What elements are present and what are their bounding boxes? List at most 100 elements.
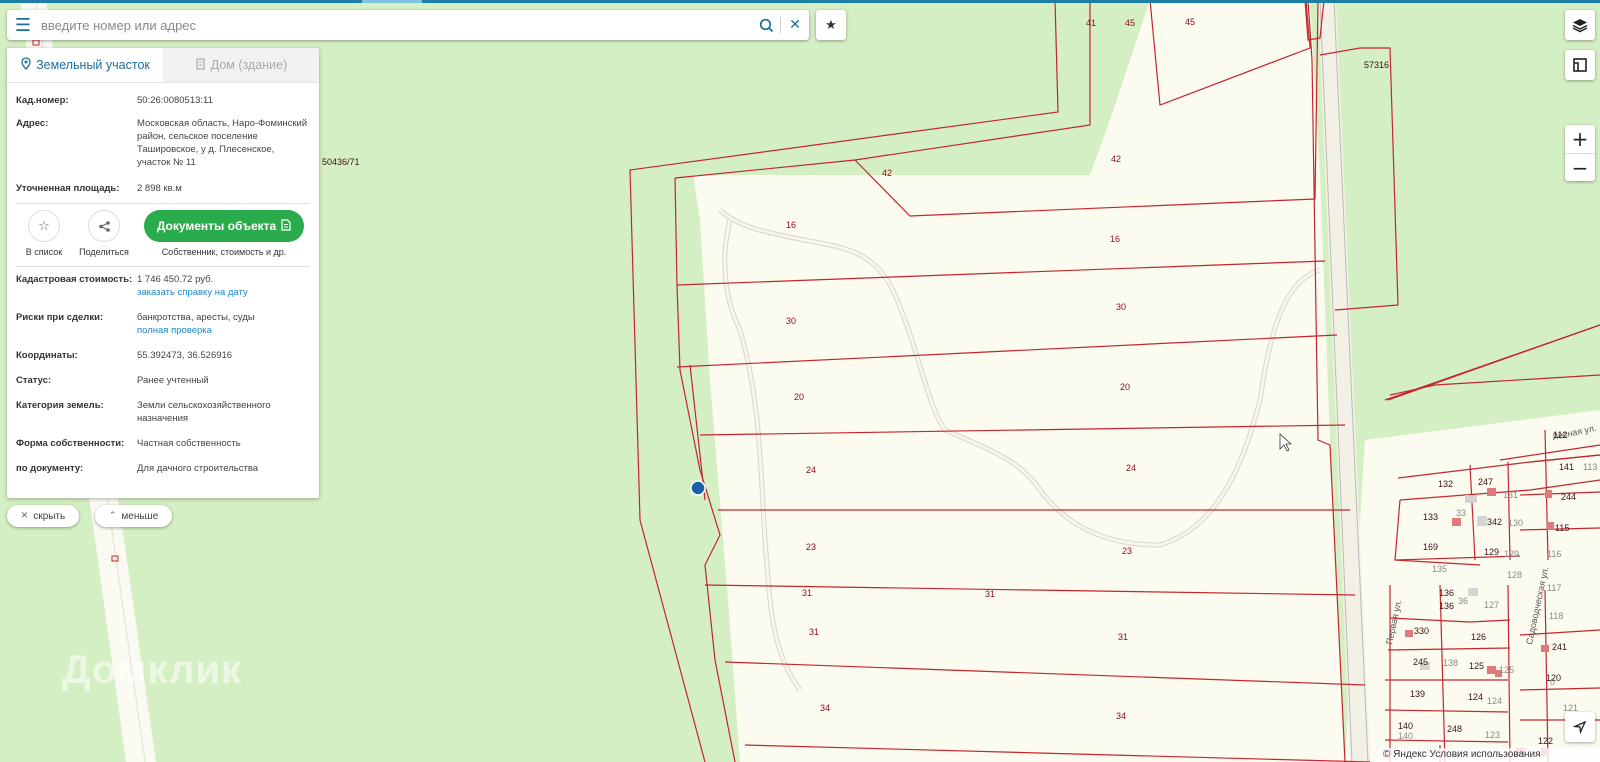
action-bar: ☆ В список Поделиться Документы объекта … [7,204,319,266]
row-cadastral-number: Кад.номер: 50:26:0080513:11 [16,83,310,112]
menu-icon[interactable]: ☰ [7,10,39,40]
svg-text:36: 36 [1458,596,1468,606]
address-label: Адрес: [16,118,49,129]
svg-text:118: 118 [1549,611,1563,621]
svg-text:117: 117 [1547,583,1561,593]
cadastral-number-link[interactable]: 50:26:0080513:11 [137,94,310,107]
svg-text:31: 31 [809,627,819,637]
info-rows: Кад.номер: 50:26:0080513:11 Адрес: Моско… [7,83,319,200]
svg-text:23: 23 [1122,546,1132,556]
location-pin-icon [20,57,32,73]
svg-text:245: 245 [1413,657,1428,667]
svg-text:50436/71: 50436/71 [322,157,360,167]
svg-text:115: 115 [1555,523,1569,533]
detail-rows: Кадастровая стоимость: 1 746 450.72 руб.… [7,267,319,480]
cadastral-number-label: Кад.номер: [16,95,69,106]
close-icon[interactable]: ✕ [781,10,809,40]
favorites-star-icon[interactable]: ★ [816,10,846,40]
search-bar: ☰ ✕ [7,10,809,40]
full-check-link[interactable]: полная проверка [137,324,310,337]
order-certificate-link[interactable]: заказать справку на дату [137,286,310,299]
svg-text:45: 45 [1125,18,1135,28]
address-value: Московская область, Наро-Фоминский район… [137,118,308,168]
object-documents-button[interactable]: Документы объекта [144,210,304,242]
svg-text:41: 41 [1086,18,1096,28]
object-documents-label: Документы объекта [156,219,277,233]
cadastral-cost-value: 1 746 450.72 руб. [137,274,214,285]
row-risks: Риски при сделки: банкротства, аресты, с… [16,304,310,342]
row-area: Уточненная площадь: 2 898 кв.м [16,174,310,200]
svg-text:129: 129 [1504,549,1519,559]
svg-text:42: 42 [882,168,892,178]
status-value: Ранее учтенный [137,375,209,386]
risks-value: банкротства, аресты, суды [137,312,255,323]
tab-house[interactable]: Дом (здание) [163,48,319,82]
svg-text:330: 330 [1414,626,1429,636]
svg-text:133: 133 [1423,512,1438,522]
top-progress-bar [0,0,1600,3]
svg-text:248: 248 [1447,724,1462,734]
area-label: Уточненная площадь: [16,183,120,194]
svg-text:122: 122 [1538,736,1553,746]
search-icon[interactable] [752,10,780,40]
zoom-control: + − [1565,125,1595,181]
svg-text:57316: 57316 [1364,60,1389,70]
search-input[interactable] [39,11,752,39]
svg-text:123: 123 [1485,730,1500,740]
building-icon [195,57,207,73]
row-status: Статус: Ранее учтенный [16,367,310,392]
svg-text:125: 125 [1499,665,1514,675]
row-ownership: Форма собственности: Частная собственнос… [16,430,310,455]
geolocation-arrow-icon[interactable] [1565,712,1595,742]
tab-land-plot-label: Земельный участок [36,58,150,72]
svg-text:130: 130 [1508,518,1523,528]
hide-panel-button[interactable]: ✕ скрыть [7,505,79,527]
svg-text:33: 33 [1456,508,1466,518]
layers-icon[interactable] [1565,10,1595,40]
ruler-icon[interactable] [1565,50,1595,80]
hide-panel-label: скрыть [33,510,66,522]
add-to-list-label: В список [25,247,63,257]
svg-text:45: 45 [1185,17,1195,27]
svg-text:31: 31 [1118,632,1128,642]
svg-text:30: 30 [1116,302,1126,312]
share-action[interactable]: Поделиться [76,210,132,257]
share-icon[interactable] [88,210,120,242]
coordinates-label: Координаты: [16,350,78,361]
svg-text:247: 247 [1478,477,1493,487]
collapse-panel-button[interactable]: ⌃ меньше [95,505,172,527]
svg-text:136: 136 [1439,588,1454,598]
svg-text:30: 30 [786,316,796,326]
document-use-value: Для дачного строительства [137,463,259,474]
add-to-list-action[interactable]: ☆ В список [16,210,72,257]
panel-tabs: Земельный участок Дом (здание) [7,48,319,83]
star-outline-icon[interactable]: ☆ [28,210,60,242]
svg-text:131: 131 [1503,490,1518,500]
svg-text:140: 140 [1398,731,1413,741]
land-plot-info-panel: Земельный участок Дом (здание) Кад.номер… [7,48,319,498]
svg-text:125: 125 [1469,661,1484,671]
svg-text:112: 112 [1553,430,1567,440]
chevron-up-icon: ⌃ [108,511,117,521]
zoom-in-icon[interactable]: + [1565,125,1595,153]
map-copyright[interactable]: © Яндекс Условия использования [1377,748,1600,762]
svg-text:141: 141 [1559,462,1574,472]
tab-land-plot[interactable]: Земельный участок [7,48,163,82]
svg-text:20: 20 [1120,382,1130,392]
documents-subtitle: Собственник, стоимость и др. [161,247,287,257]
svg-text:116: 116 [1547,549,1561,559]
share-label: Поделиться [79,247,129,257]
svg-text:124: 124 [1468,692,1483,702]
row-cadastral-cost: Кадастровая стоимость: 1 746 450.72 руб.… [16,267,310,304]
svg-text:342: 342 [1487,517,1502,527]
svg-text:31: 31 [802,588,812,598]
svg-text:42: 42 [1111,154,1121,164]
svg-text:34: 34 [820,703,830,713]
ownership-label: Форма собственности: [16,438,125,449]
ownership-value: Частная собственность [137,438,241,449]
svg-text:16: 16 [786,220,796,230]
svg-text:241: 241 [1552,642,1567,652]
domclick-watermark: Домклик [62,648,243,692]
svg-text:138: 138 [1443,658,1458,668]
zoom-out-icon[interactable]: − [1565,154,1595,182]
